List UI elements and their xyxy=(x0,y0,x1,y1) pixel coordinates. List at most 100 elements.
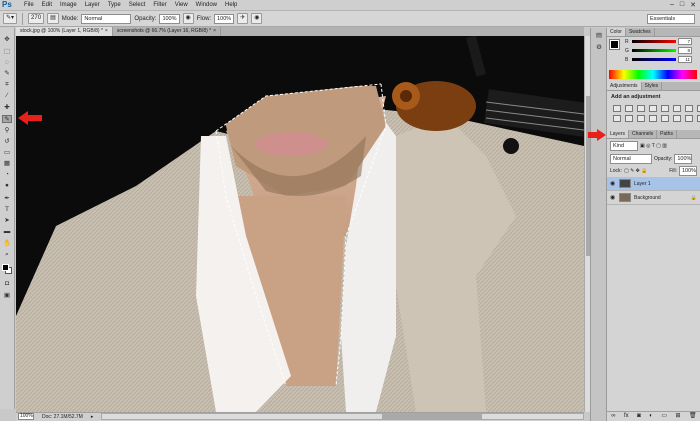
gradient-tool-icon[interactable]: ▦ xyxy=(2,160,12,168)
close-icon[interactable]: × xyxy=(213,28,216,34)
brush-tool-icon[interactable]: ✎ xyxy=(2,115,12,123)
new-adjustment-icon[interactable]: ◐ xyxy=(649,412,653,421)
clone-stamp-tool-icon[interactable]: ⚲ xyxy=(2,127,12,135)
blend-mode-select[interactable]: Normal xyxy=(610,154,652,164)
color-balance-icon[interactable] xyxy=(685,105,693,112)
menu-edit[interactable]: Edit xyxy=(38,0,56,10)
type-tool-icon[interactable]: T xyxy=(2,206,12,214)
horizontal-scrollbar[interactable] xyxy=(101,413,584,420)
r-value[interactable]: 7 xyxy=(678,38,692,45)
vibrance-icon[interactable] xyxy=(661,105,669,112)
exposure-icon[interactable] xyxy=(649,105,657,112)
minimize-icon[interactable]: – xyxy=(670,1,674,9)
tab-channels[interactable]: Channels xyxy=(629,130,658,138)
foreground-color-swatch[interactable] xyxy=(2,264,9,271)
history-panel-icon[interactable]: ▤ xyxy=(594,32,604,40)
zoom-field[interactable]: 100% xyxy=(18,413,34,420)
quick-select-tool-icon[interactable]: ✎ xyxy=(2,70,12,78)
menu-layer[interactable]: Layer xyxy=(81,0,104,10)
healing-tool-icon[interactable]: ✚ xyxy=(2,104,12,112)
lasso-tool-icon[interactable]: ◌ xyxy=(2,59,12,67)
menu-image[interactable]: Image xyxy=(56,0,81,10)
brush-size-picker[interactable]: 270 xyxy=(28,13,45,24)
maximize-icon[interactable]: □ xyxy=(680,1,684,9)
foreground-color-swatch[interactable] xyxy=(609,39,620,50)
flow-field[interactable]: 100% xyxy=(214,13,235,24)
gradient-map-icon[interactable] xyxy=(685,115,693,122)
new-group-icon[interactable]: ▭ xyxy=(661,412,667,421)
tab-swatches[interactable]: Swatches xyxy=(626,28,655,36)
document-canvas[interactable] xyxy=(16,36,584,412)
color-spectrum[interactable] xyxy=(609,70,697,79)
history-brush-tool-icon[interactable]: ↺ xyxy=(2,138,12,146)
zoom-tool-icon[interactable]: ⌕ xyxy=(2,251,12,259)
airbrush-icon[interactable]: ✈ xyxy=(237,13,249,24)
invert-icon[interactable] xyxy=(649,115,657,122)
brush-panel-toggle-icon[interactable]: ▤ xyxy=(47,13,59,24)
tab-stock[interactable]: stock.jpg @ 100% (Layer 1, RGB/8) * × xyxy=(16,27,113,36)
eye-icon[interactable]: ◉ xyxy=(610,194,616,201)
menu-type[interactable]: Type xyxy=(104,0,125,10)
layer-style-icon[interactable]: fx xyxy=(624,412,629,421)
add-mask-icon[interactable]: ◙ xyxy=(637,412,641,421)
screen-mode-icon[interactable]: ▣ xyxy=(2,292,12,300)
eyedropper-tool-icon[interactable]: ⁄ xyxy=(2,92,12,100)
shape-tool-icon[interactable]: ▬ xyxy=(2,228,12,236)
workspace-select[interactable]: Essentials xyxy=(647,13,695,24)
tab-adjustments[interactable]: Adjustments xyxy=(607,82,642,90)
eye-icon[interactable]: ◉ xyxy=(610,180,616,187)
hand-tool-icon[interactable]: ✋ xyxy=(2,240,12,248)
eraser-tool-icon[interactable]: ▭ xyxy=(2,149,12,157)
delete-layer-icon[interactable]: 🗑 xyxy=(689,412,697,421)
brush-tool-preset-icon[interactable]: ✎▾ xyxy=(3,13,18,24)
layer-row[interactable]: ◉ Background 🔒 xyxy=(607,191,700,205)
curves-icon[interactable] xyxy=(637,105,645,112)
layer-row[interactable]: ◉ Layer 1 xyxy=(607,177,700,191)
channel-mixer-icon[interactable] xyxy=(625,115,633,122)
move-tool-icon[interactable]: ✥ xyxy=(2,36,12,44)
horizontal-scroll-thumb[interactable] xyxy=(382,414,483,419)
tab-styles[interactable]: Styles xyxy=(642,82,663,90)
mode-select[interactable]: Normal xyxy=(81,13,132,24)
pressure-size-icon[interactable]: ◉ xyxy=(251,13,263,24)
link-layers-icon[interactable]: ∞ xyxy=(611,412,615,421)
b-value[interactable]: 11 xyxy=(678,56,692,63)
tab-color[interactable]: Color xyxy=(607,28,626,36)
menu-help[interactable]: Help xyxy=(221,0,241,10)
tab-layers[interactable]: Layers xyxy=(607,130,630,138)
blur-tool-icon[interactable]: ◔ xyxy=(2,171,12,179)
menu-window[interactable]: Window xyxy=(192,0,221,10)
menu-file[interactable]: File xyxy=(20,0,38,10)
threshold-icon[interactable] xyxy=(673,115,681,122)
photo-filter-icon[interactable] xyxy=(613,115,621,122)
layer-name[interactable]: Layer 1 xyxy=(634,181,651,187)
properties-panel-icon[interactable]: ⚙ xyxy=(594,44,604,52)
pen-tool-icon[interactable]: ✒ xyxy=(2,195,12,203)
brightness-icon[interactable] xyxy=(613,105,621,112)
opacity-field[interactable]: 100% xyxy=(159,13,180,24)
color-lookup-icon[interactable] xyxy=(637,115,645,122)
r-slider[interactable] xyxy=(632,40,676,43)
layer-name[interactable]: Background xyxy=(634,195,661,201)
path-select-tool-icon[interactable]: ➤ xyxy=(2,217,12,225)
fill-field[interactable]: 100% xyxy=(679,166,697,176)
status-menu-icon[interactable]: ▸ xyxy=(91,413,94,421)
layer-opacity-field[interactable]: 100% xyxy=(674,154,693,164)
crop-tool-icon[interactable]: ⌗ xyxy=(2,81,12,89)
b-slider[interactable] xyxy=(632,58,676,61)
posterize-icon[interactable] xyxy=(661,115,669,122)
menu-filter[interactable]: Filter xyxy=(149,0,170,10)
marquee-tool-icon[interactable]: ⬚ xyxy=(2,48,12,56)
close-icon[interactable]: × xyxy=(105,28,108,34)
filter-icons[interactable]: ▣ ◎ T ▢ ▥ xyxy=(640,143,667,149)
lock-icons[interactable]: ▢ ✎ ✥ 🔒 xyxy=(624,168,648,174)
menu-view[interactable]: View xyxy=(171,0,192,10)
tab-screenshots[interactable]: screenshots @ 66.7% (Layer 16, RGB/8) * × xyxy=(113,27,222,36)
g-value[interactable]: 8 xyxy=(678,47,692,54)
tab-paths[interactable]: Paths xyxy=(657,130,677,138)
levels-icon[interactable] xyxy=(625,105,633,112)
dodge-tool-icon[interactable]: ● xyxy=(2,182,12,190)
quick-mask-icon[interactable]: ◘ xyxy=(2,280,12,288)
layer-kind-select[interactable]: Kind xyxy=(610,141,638,151)
close-icon[interactable]: ✕ xyxy=(690,1,696,9)
